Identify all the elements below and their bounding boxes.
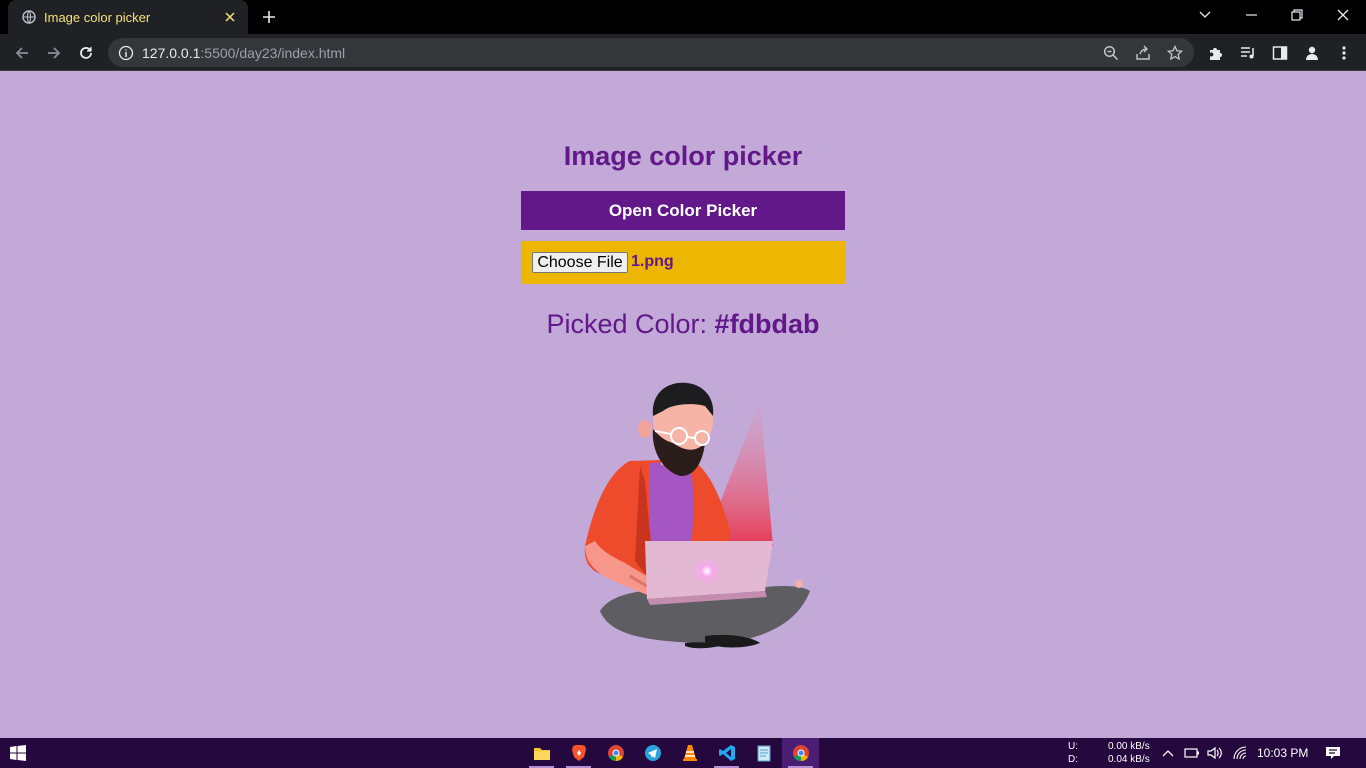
browser-toolbar: 127.0.0.1:5500/day23/index.html	[0, 34, 1366, 71]
page-title: Image color picker	[563, 141, 803, 171]
download-label: D:	[1068, 754, 1078, 765]
url-host: 127.0.0.1	[142, 45, 201, 61]
back-arrow-icon[interactable]	[8, 39, 36, 67]
notepad-icon[interactable]	[745, 738, 782, 768]
extensions-puzzle-icon[interactable]	[1206, 43, 1226, 63]
tab-title: Image color picker	[44, 9, 151, 25]
vscode-icon[interactable]	[708, 738, 745, 768]
telegram-icon[interactable]	[634, 738, 671, 768]
show-hidden-icons-chevron-icon[interactable]	[1160, 745, 1176, 761]
volume-icon[interactable]	[1207, 745, 1223, 761]
wifi-icon[interactable]	[1232, 745, 1248, 761]
download-speed: 0.04 kB/s	[1108, 754, 1150, 765]
windows-taskbar: U: 0.00 kB/s D: 0.04 kB/s 10:03 PM	[0, 738, 1366, 768]
tab-search-chevron-icon[interactable]	[1182, 0, 1228, 30]
chrome-icon[interactable]	[597, 738, 634, 768]
share-icon[interactable]	[1134, 44, 1152, 62]
upload-speed: 0.00 kB/s	[1108, 741, 1150, 752]
page-content: Image color picker Open Color Picker Cho…	[0, 71, 1366, 738]
url-text: 127.0.0.1:5500/day23/index.html	[142, 45, 345, 61]
open-color-picker-button[interactable]: Open Color Picker	[521, 191, 845, 230]
file-explorer-icon[interactable]	[523, 738, 560, 768]
close-tab-icon[interactable]	[222, 9, 238, 25]
windows-start-icon[interactable]	[0, 738, 36, 768]
minimize-button[interactable]	[1228, 0, 1274, 30]
address-bar[interactable]: 127.0.0.1:5500/day23/index.html	[108, 38, 1194, 67]
close-window-button[interactable]	[1320, 0, 1366, 30]
forward-arrow-icon[interactable]	[40, 39, 68, 67]
url-path: :5500/day23/index.html	[200, 45, 346, 61]
network-speed-widget: U: 0.00 kB/s D: 0.04 kB/s	[1068, 740, 1150, 766]
restore-button[interactable]	[1274, 0, 1320, 30]
site-info-icon[interactable]	[118, 45, 134, 61]
side-panel-icon[interactable]	[1270, 43, 1290, 63]
upload-label: U:	[1068, 741, 1078, 752]
file-input-container: Choose File 1.png	[521, 241, 845, 284]
picked-color-label: Picked Color:	[546, 309, 708, 339]
vlc-icon[interactable]	[671, 738, 708, 768]
bearded-man-with-laptop-illustration[interactable]	[555, 381, 820, 656]
choose-file-button[interactable]: Choose File	[532, 252, 628, 273]
media-control-icon[interactable]	[1238, 43, 1258, 63]
taskbar-clock[interactable]: 10:03 PM	[1257, 746, 1308, 760]
profile-icon[interactable]	[1302, 43, 1322, 63]
picked-color-value: #fdbdab	[714, 309, 820, 339]
picked-color-display: Picked Color: #fdbdab	[0, 309, 1366, 340]
notification-center-icon[interactable]	[1325, 745, 1341, 761]
brave-browser-icon[interactable]	[560, 738, 597, 768]
selected-file-name: 1.png	[631, 253, 674, 270]
new-tab-button[interactable]	[259, 7, 279, 27]
battery-icon[interactable]	[1184, 745, 1200, 761]
bookmark-star-icon[interactable]	[1166, 44, 1184, 62]
tab-strip: Image color picker	[0, 0, 1366, 34]
chrome-profile-icon[interactable]	[782, 738, 819, 768]
zoom-icon[interactable]	[1102, 44, 1120, 62]
browser-tab[interactable]: Image color picker	[8, 0, 248, 34]
reload-icon[interactable]	[72, 39, 100, 67]
globe-icon	[21, 9, 37, 25]
menu-kebab-icon[interactable]	[1334, 43, 1354, 63]
